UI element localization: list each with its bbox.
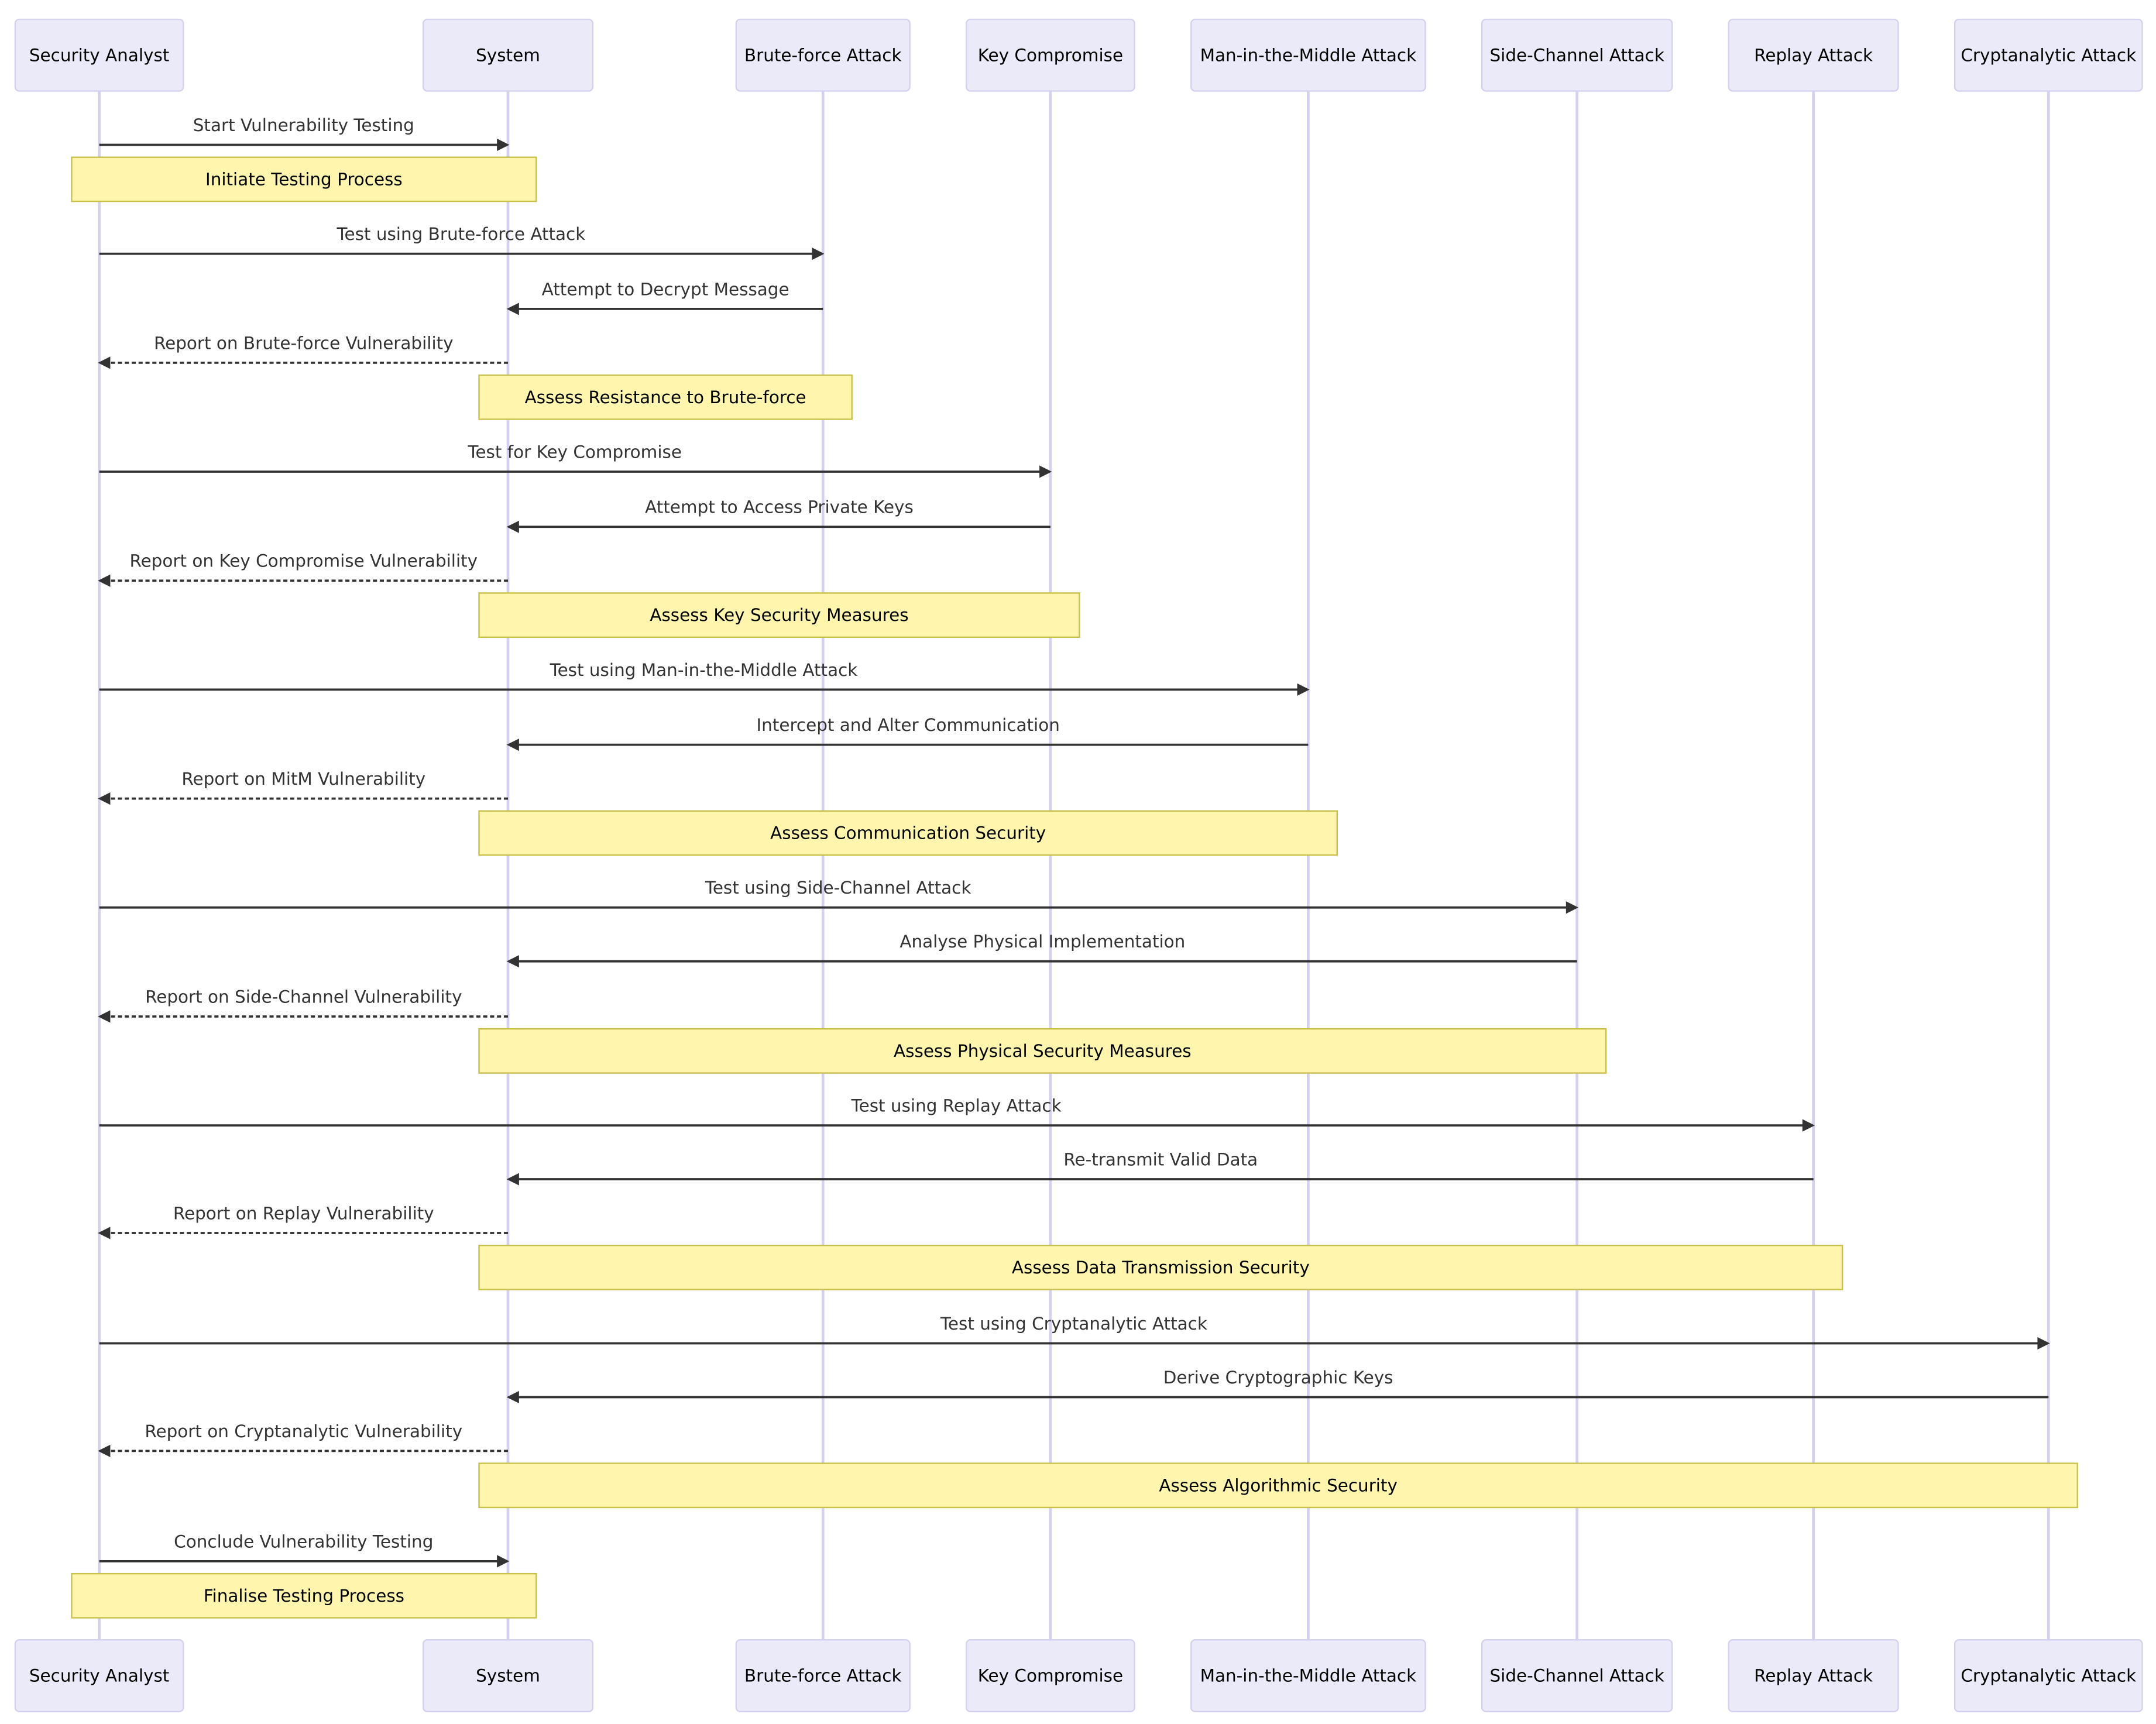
actor-label: System	[476, 45, 540, 65]
message-23[interactable]: Test using Cryptanalytic Attack	[99, 1314, 2050, 1350]
note-label: Assess Physical Security Measures	[894, 1041, 1192, 1061]
message-7[interactable]: Test for Key Compromise	[99, 442, 1052, 478]
message-label: Intercept and Alter Communication	[756, 715, 1059, 735]
steps: Start Vulnerability Testing Initiate Test…	[71, 115, 2078, 1619]
message-20[interactable]: Re-transmit Valid Data	[506, 1149, 1814, 1186]
message-19[interactable]: Test using Replay Attack	[99, 1096, 1815, 1132]
message-label: Test using Brute-force Attack	[337, 224, 586, 244]
note-label: Finalise Testing Process	[204, 1586, 404, 1606]
actor-label: Cryptanalytic Attack	[1961, 45, 2136, 65]
message-label: Start Vulnerability Testing	[193, 115, 414, 135]
actor-label: Key Compromise	[978, 1666, 1123, 1686]
message-label: Test using Man-in-the-Middle Attack	[550, 660, 858, 680]
actor-side-bottom[interactable]: Side-Channel Attack	[1481, 1639, 1673, 1712]
note-22[interactable]: Assess Data Transmission Security	[478, 1245, 1843, 1290]
message-label: Report on Key Compromise Vulnerability	[129, 551, 478, 571]
actor-label: Security Analyst	[29, 1666, 169, 1686]
message-label: Test using Replay Attack	[851, 1096, 1062, 1116]
message-label: Report on Side-Channel Vulnerability	[145, 987, 462, 1007]
note-label: Assess Resistance to Brute-force	[525, 387, 806, 407]
message-label: Report on MitM Vulnerability	[181, 769, 425, 789]
actor-label: System	[476, 1666, 540, 1686]
note-10[interactable]: Assess Key Security Measures	[478, 592, 1080, 638]
actor-replay-bottom[interactable]: Replay Attack	[1728, 1639, 1899, 1712]
actor-replay-top[interactable]: Replay Attack	[1728, 18, 1899, 92]
message-label: Re-transmit Valid Data	[1063, 1149, 1258, 1169]
note-label: Assess Algorithmic Security	[1159, 1475, 1398, 1495]
note-18[interactable]: Assess Physical Security Measures	[478, 1028, 1607, 1074]
actor-label: Cryptanalytic Attack	[1961, 1666, 2136, 1686]
actor-mitm-top[interactable]: Man-in-the-Middle Attack	[1190, 18, 1426, 92]
actor-label: Brute-force Attack	[744, 45, 902, 65]
actor-brute-top[interactable]: Brute-force Attack	[735, 18, 911, 92]
message-27[interactable]: Conclude Vulnerability Testing	[99, 1531, 510, 1568]
actors-top: Security Analyst System Brute-force Attack…	[14, 18, 2143, 92]
actor-label: Side-Channel Attack	[1489, 1666, 1664, 1686]
actor-analyst-top[interactable]: Security Analyst	[14, 18, 184, 92]
actor-label: Brute-force Attack	[744, 1666, 902, 1686]
message-24[interactable]: Derive Cryptographic Keys	[506, 1368, 2049, 1404]
lifelines	[98, 91, 2050, 1640]
actor-system-bottom[interactable]: System	[422, 1639, 594, 1712]
message-5[interactable]: Report on Brute-force Vulnerability	[98, 333, 509, 369]
note-14[interactable]: Assess Communication Security	[478, 810, 1338, 856]
message-label: Report on Cryptanalytic Vulnerability	[145, 1421, 462, 1441]
message-label: Conclude Vulnerability Testing	[174, 1531, 433, 1551]
message-25[interactable]: Report on Cryptanalytic Vulnerability	[98, 1421, 509, 1457]
actor-key-bottom[interactable]: Key Compromise	[966, 1639, 1135, 1712]
message-4[interactable]: Attempt to Decrypt Message	[506, 279, 823, 315]
message-15[interactable]: Test using Side-Channel Attack	[99, 878, 1579, 914]
actor-label: Man-in-the-Middle Attack	[1200, 45, 1417, 65]
message-17[interactable]: Report on Side-Channel Vulnerability	[98, 987, 509, 1023]
note-label: Assess Data Transmission Security	[1012, 1258, 1310, 1277]
actor-label: Man-in-the-Middle Attack	[1200, 1666, 1417, 1686]
actor-label: Key Compromise	[978, 45, 1123, 65]
message-13[interactable]: Report on MitM Vulnerability	[98, 769, 509, 805]
message-16[interactable]: Analyse Physical Implementation	[506, 932, 1577, 968]
actor-crypt-top[interactable]: Cryptanalytic Attack	[1954, 18, 2143, 92]
actor-label: Side-Channel Attack	[1489, 45, 1664, 65]
actor-crypt-bottom[interactable]: Cryptanalytic Attack	[1954, 1639, 2143, 1712]
actor-brute-bottom[interactable]: Brute-force Attack	[735, 1639, 911, 1712]
note-label: Assess Key Security Measures	[650, 605, 908, 625]
message-label: Test using Side-Channel Attack	[705, 878, 971, 898]
message-3[interactable]: Test using Brute-force Attack	[99, 224, 825, 260]
message-label: Test for Key Compromise	[467, 442, 681, 462]
actors-bottom: Security Analyst System Brute-force Attack…	[14, 1639, 2143, 1712]
message-label: Report on Replay Vulnerability	[173, 1203, 434, 1223]
note-2[interactable]: Initiate Testing Process	[71, 156, 537, 202]
message-11[interactable]: Test using Man-in-the-Middle Attack	[99, 660, 1310, 696]
note-26[interactable]: Assess Algorithmic Security	[478, 1462, 2078, 1509]
actor-mitm-bottom[interactable]: Man-in-the-Middle Attack	[1190, 1639, 1426, 1712]
actor-side-top[interactable]: Side-Channel Attack	[1481, 18, 1673, 92]
message-label: Report on Brute-force Vulnerability	[154, 333, 454, 353]
message-1[interactable]: Start Vulnerability Testing	[99, 115, 510, 152]
message-9[interactable]: Report on Key Compromise Vulnerability	[98, 551, 509, 587]
sequence-diagram: Security Analyst System Brute-force Attack…	[14, 18, 2143, 1712]
actor-analyst-bottom[interactable]: Security Analyst	[14, 1639, 184, 1712]
actor-label: Replay Attack	[1754, 1666, 1873, 1686]
message-label: Derive Cryptographic Keys	[1163, 1368, 1393, 1388]
message-8[interactable]: Attempt to Access Private Keys	[506, 497, 1050, 533]
message-label: Test using Cryptanalytic Attack	[940, 1314, 1207, 1334]
note-label: Initiate Testing Process	[205, 169, 403, 189]
note-6[interactable]: Assess Resistance to Brute-force	[478, 374, 853, 420]
actor-label: Security Analyst	[29, 45, 169, 65]
note-label: Assess Communication Security	[770, 823, 1046, 843]
message-label: Analyse Physical Implementation	[900, 932, 1185, 952]
actor-label: Replay Attack	[1754, 45, 1873, 65]
actor-key-top[interactable]: Key Compromise	[966, 18, 1135, 92]
message-label: Attempt to Decrypt Message	[542, 279, 789, 299]
note-28[interactable]: Finalise Testing Process	[71, 1572, 537, 1619]
message-21[interactable]: Report on Replay Vulnerability	[98, 1203, 509, 1239]
message-label: Attempt to Access Private Keys	[645, 497, 914, 517]
actor-system-top[interactable]: System	[422, 18, 594, 92]
message-12[interactable]: Intercept and Alter Communication	[506, 715, 1309, 751]
